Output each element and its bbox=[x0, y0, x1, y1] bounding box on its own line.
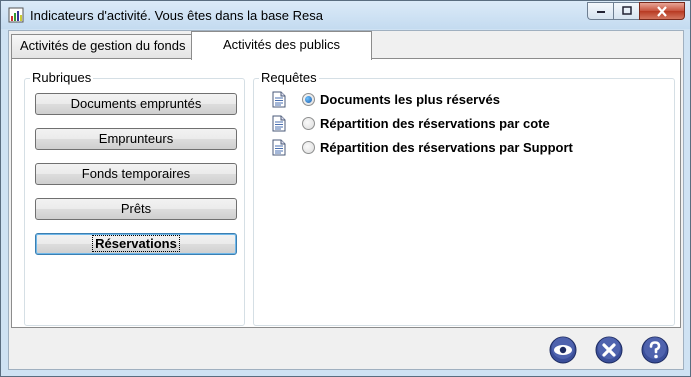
document-icon[interactable] bbox=[272, 91, 286, 108]
requete-label[interactable]: Documents les plus réservés bbox=[320, 92, 500, 107]
title-bar[interactable]: Indicateurs d'activité. Vous êtes dans l… bbox=[1, 1, 690, 29]
button-label: Documents empruntés bbox=[70, 96, 202, 111]
requete-row: Documents les plus réservés bbox=[272, 89, 500, 109]
minimize-icon bbox=[596, 11, 605, 13]
maximize-button[interactable] bbox=[613, 2, 639, 20]
tab-strip: Activités de gestion du fonds Activités … bbox=[9, 31, 683, 60]
help-icon[interactable] bbox=[641, 336, 669, 364]
button-label: Fonds temporaires bbox=[81, 166, 191, 181]
rubriques-group: Rubriques Documents empruntés Emprunteur… bbox=[24, 70, 245, 326]
requetes-legend: Requêtes bbox=[259, 70, 319, 86]
requete-label[interactable]: Répartition des réservations par Support bbox=[320, 140, 573, 155]
document-icon[interactable] bbox=[272, 139, 286, 156]
reservations-button[interactable]: Réservations bbox=[35, 233, 237, 255]
footer-bar bbox=[11, 330, 681, 368]
requetes-group: Requêtes Documents les plus réservés Rép… bbox=[253, 70, 675, 326]
rubriques-legend: Rubriques bbox=[30, 70, 94, 86]
button-label: Prêts bbox=[120, 201, 152, 216]
app-chart-icon bbox=[8, 7, 24, 23]
close-x-icon[interactable] bbox=[595, 336, 623, 364]
button-label: Emprunteurs bbox=[98, 131, 174, 146]
requete-radio-repartition-support[interactable] bbox=[302, 140, 315, 154]
document-icon[interactable] bbox=[272, 115, 286, 132]
prets-button[interactable]: Prêts bbox=[35, 198, 237, 220]
eye-icon[interactable] bbox=[549, 336, 577, 364]
tab-panel: Rubriques Documents empruntés Emprunteur… bbox=[11, 58, 681, 328]
requete-row: Répartition des réservations par cote bbox=[272, 113, 550, 133]
requete-row: Répartition des réservations par Support bbox=[272, 137, 573, 157]
window-title: Indicateurs d'activité. Vous êtes dans l… bbox=[30, 8, 323, 23]
tab-activites-publics[interactable]: Activités des publics bbox=[191, 31, 372, 60]
client-area: Activités de gestion du fonds Activités … bbox=[8, 30, 684, 370]
tab-gestion-fonds[interactable]: Activités de gestion du fonds bbox=[11, 34, 192, 59]
minimize-button[interactable] bbox=[587, 2, 613, 20]
close-icon bbox=[657, 5, 667, 17]
emprunteurs-button[interactable]: Emprunteurs bbox=[35, 128, 237, 150]
requete-radio-documents-plus-reserves[interactable] bbox=[302, 92, 315, 106]
close-window-button[interactable] bbox=[639, 2, 685, 20]
maximize-icon bbox=[621, 6, 632, 15]
documents-empruntes-button[interactable]: Documents empruntés bbox=[35, 93, 237, 115]
requete-radio-repartition-cote[interactable] bbox=[302, 116, 315, 130]
requete-label[interactable]: Répartition des réservations par cote bbox=[320, 116, 550, 131]
app-window: Indicateurs d'activité. Vous êtes dans l… bbox=[0, 0, 691, 377]
fonds-temporaires-button[interactable]: Fonds temporaires bbox=[35, 163, 237, 185]
button-label: Réservations bbox=[92, 235, 180, 252]
